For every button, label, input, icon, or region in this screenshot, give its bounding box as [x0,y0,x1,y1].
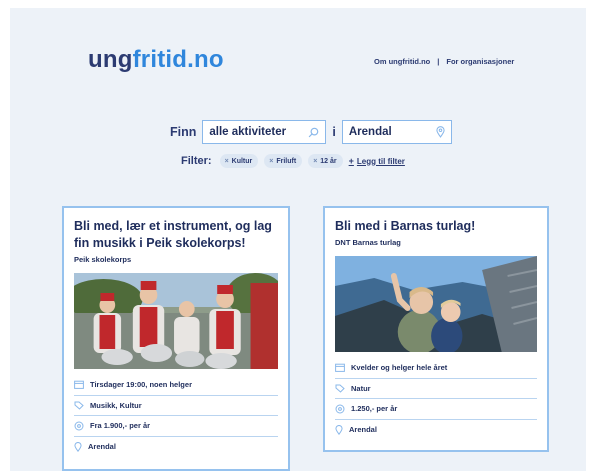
location-input[interactable]: Arendal [341,120,452,144]
location-pin-icon[interactable] [436,126,445,138]
location-input-value: Arendal [348,126,392,138]
card-categories-text: Natur [351,383,371,393]
nav-link-about[interactable]: Om ungfritid.no [374,57,430,66]
logo-text-fritid: fritid.no [132,46,224,73]
card-location-text: Arendal [349,425,377,435]
card-details: Tirsdager 19:00, noen helger Musikk, Kul… [74,375,278,457]
calendar-icon [335,363,345,373]
filter-chip-label: Friluft [276,157,297,165]
calendar-icon [74,380,84,390]
card-schedule-text: Tirsdager 19:00, noen helger [90,380,192,390]
card-title[interactable]: Bli med i Barnas turlag! [335,218,537,235]
activity-card[interactable]: Bli med i Barnas turlag! DNT Barnas turl… [323,206,549,452]
card-schedule: Kvelder og helger hele året [335,358,537,379]
logo-text-ung: ung [88,46,133,73]
remove-filter-icon[interactable]: × [313,158,317,165]
card-categories-text: Musikk, Kultur [90,400,142,410]
site-logo[interactable]: ungfritid.no [88,46,224,74]
card-categories: Natur [335,379,537,399]
tag-icon [335,384,345,393]
card-location: Arendal [335,420,537,441]
filter-chip-label: Kultur [231,157,253,165]
card-price-text: Fra 1.900,- per år [90,421,151,431]
card-price: 1.250,- per år [335,399,537,420]
search-bar: Finn alle aktiviteter i Arendal [170,120,452,144]
nav-separator: | [437,57,440,66]
find-label: Finn [170,125,197,139]
page: ungfritid.no Om ungfritid.no | For organ… [10,8,586,471]
filter-chip-age[interactable]: × 12 år [308,154,343,168]
card-location: Arendal [74,437,278,458]
location-pin-icon [74,441,82,452]
nav-link-organizations[interactable]: For organisasjoner [446,57,514,66]
filter-chip-kultur[interactable]: × Kultur [219,154,259,168]
add-filter-link[interactable]: + Legg til filter [349,156,405,166]
filter-chip-friluft[interactable]: × Friluft [264,154,303,168]
price-icon [335,404,345,414]
card-price-text: 1.250,- per år [351,404,398,414]
filter-label: Filter: [181,155,212,167]
filter-chip-label: 12 år [320,157,337,165]
card-details: Kvelder og helger hele året Natur 1.250,… [335,358,537,440]
add-filter-label: Legg til filter [356,156,405,166]
card-organizer: Peik skolekorps [74,255,132,264]
card-organizer: DNT Barnas turlag [335,238,401,247]
location-pin-icon [335,424,343,435]
filter-bar: Filter: × Kultur × Friluft × 12 år + Leg… [181,154,405,168]
activity-card[interactable]: Bli med, lær et instrument, og lag fin m… [62,206,290,471]
card-categories: Musikk, Kultur [74,396,278,416]
remove-filter-icon[interactable]: × [225,158,229,165]
card-price: Fra 1.900,- per år [74,416,278,437]
card-schedule: Tirsdager 19:00, noen helger [74,375,278,396]
price-icon [74,421,84,431]
top-nav: Om ungfritid.no | For organisasjoner [374,57,514,66]
in-label: i [332,125,336,139]
tag-icon [74,401,84,410]
remove-filter-icon[interactable]: × [269,158,273,165]
card-location-text: Arendal [88,442,116,452]
card-photo [335,256,537,352]
activity-input-value: alle aktiviteter [209,126,287,138]
search-icon[interactable] [308,127,319,138]
plus-icon: + [348,156,354,166]
activity-search-input[interactable]: alle aktiviteter [202,120,327,144]
card-schedule-text: Kvelder og helger hele året [351,363,448,373]
card-title[interactable]: Bli med, lær et instrument, og lag fin m… [74,218,278,252]
card-photo [74,273,278,369]
